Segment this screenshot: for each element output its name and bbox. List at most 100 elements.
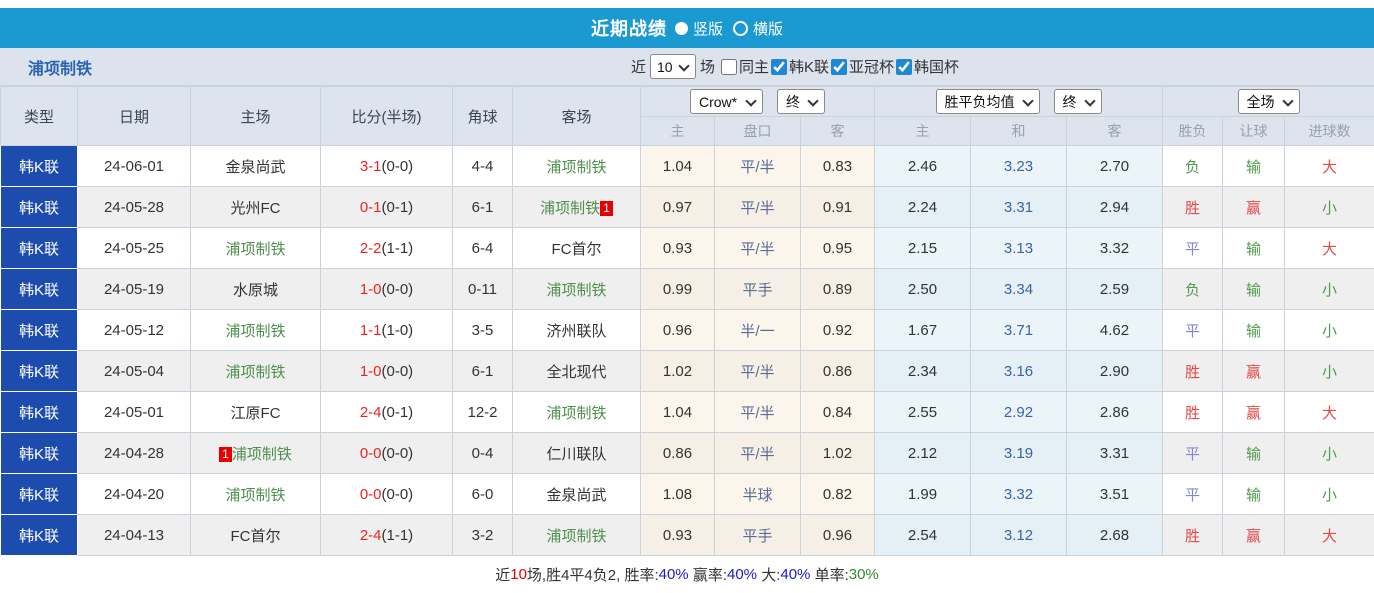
away-team-cell: 浦项制铁 [512, 145, 641, 187]
table-row: 韩K联 24-04-28 1 浦项制铁 0-0(0-0) 0-4 仁川联队 0.86 平/半 1.… [0, 432, 1374, 474]
full-score: 1-0 [359, 362, 382, 380]
ah-away-odds-cell: 0.91 [799, 186, 876, 228]
league-cell: 韩K联 [0, 514, 78, 556]
ah-home-odds-cell: 1.02 [640, 350, 715, 392]
table-row: 韩K联 24-04-20 浦项制铁 0-0(0-0) 6-0 金泉尚武 1.08 半球 0.82… [0, 473, 1374, 515]
corner-cell: 6-1 [452, 186, 513, 228]
eu-away-odds-cell: 4.62 [1066, 309, 1164, 351]
result-cell: 胜 [1162, 186, 1224, 228]
half-score: (0-0) [381, 444, 414, 462]
europe-odds-select[interactable]: 胜平负均值 [935, 89, 1040, 114]
score-cell: 2-4(0-1) [320, 391, 453, 433]
handicap-result-cell: 赢 [1222, 514, 1286, 556]
goals-result-cell: 小 [1284, 268, 1374, 310]
team-label: 浦项制铁 [225, 322, 286, 340]
eu-draw-odds-cell: 3.13 [970, 227, 1068, 269]
eu-away-odds-cell: 2.68 [1066, 514, 1164, 556]
filter-controls: 近 10 场 同主 韩K联 亚冠杯 韩国杯 [631, 54, 959, 79]
result-cell: 平 [1162, 473, 1224, 515]
sub-header-eu-draw: 和 [970, 116, 1068, 146]
eu-draw-odds-cell: 3.31 [970, 186, 1068, 228]
date-cell: 24-05-01 [77, 391, 191, 433]
handicap-group-header: Crow* 终 [639, 86, 876, 117]
checkbox-2[interactable] [771, 58, 787, 75]
team-label: 浦项制铁 [225, 486, 286, 504]
league-cell: 韩K联 [0, 145, 78, 187]
summary-segment: 近 [495, 567, 511, 584]
team-label: 浦项制铁 [225, 240, 286, 258]
date-cell: 24-05-19 [77, 268, 191, 310]
date-cell: 24-04-13 [77, 514, 191, 556]
summary-segment: 赢率: [688, 567, 727, 584]
goals-result-cell: 小 [1284, 186, 1374, 228]
half-score: (1-1) [381, 526, 414, 544]
corner-cell: 0-4 [452, 432, 513, 474]
team-label: 仁川联队 [546, 445, 607, 463]
col-header-date: 日期 [77, 86, 191, 146]
full-score: 3-1 [359, 157, 382, 175]
eu-away-odds-cell: 3.31 [1066, 432, 1164, 474]
europe-time-select[interactable]: 终 [1053, 89, 1102, 114]
sub-header-goals: 进球数 [1284, 116, 1374, 146]
table-row: 韩K联 24-05-19 水原城 1-0(0-0) 0-11 浦项制铁 0.99 平手 0.89… [0, 268, 1374, 310]
date-cell: 24-04-28 [77, 432, 191, 474]
handicap-result-cell: 赢 [1222, 186, 1286, 228]
sub-header-ah-away: 客 [799, 116, 876, 146]
handicap-result-cell: 输 [1222, 227, 1286, 269]
red-card-badge: 1 [219, 446, 232, 462]
radio-unselected-icon[interactable] [733, 20, 748, 36]
layout-radio-horizontal[interactable]: 横版 [733, 18, 783, 39]
ah-home-odds-cell: 0.97 [640, 186, 715, 228]
score-cell: 1-0(0-0) [320, 268, 453, 310]
recent-count-select[interactable]: 10 [649, 54, 696, 79]
corner-cell: 4-4 [452, 145, 513, 187]
team-label: 全北现代 [546, 363, 607, 381]
red-card-badge: 1 [600, 200, 613, 216]
eu-home-odds-cell: 2.46 [874, 145, 972, 187]
ah-line-cell: 平手 [714, 514, 801, 556]
goals-result-cell: 大 [1284, 227, 1374, 269]
checkbox-3[interactable] [831, 58, 848, 75]
table-header: 类型 日期 主场 比分(半场) 角球 客场 Crow* 终 胜平负均值 终 全场… [0, 86, 1374, 146]
layout-radio-vertical[interactable]: 竖版 [674, 18, 723, 39]
full-score: 0-1 [359, 198, 382, 216]
away-team-cell: 浦项制铁 [512, 268, 641, 310]
league-cell: 韩K联 [0, 227, 78, 269]
radio-label: 横版 [753, 20, 784, 38]
ah-away-odds-cell: 0.96 [799, 514, 876, 556]
eu-home-odds-cell: 2.54 [874, 514, 972, 556]
home-team-cell: 浦项制铁 [190, 350, 321, 392]
score-cell: 0-0(0-0) [320, 473, 453, 515]
filter-checkboxes: 同主 韩K联 亚冠杯 韩国杯 [719, 56, 959, 77]
checkbox-4[interactable] [896, 58, 913, 75]
bookmaker-select[interactable]: Crow* [690, 89, 763, 114]
team-label: FC首尔 [551, 240, 602, 258]
goals-result-cell: 小 [1284, 473, 1374, 515]
eu-draw-odds-cell: 3.12 [970, 514, 1068, 556]
team-label: 金泉尚武 [546, 486, 607, 504]
eu-home-odds-cell: 1.99 [874, 473, 972, 515]
eu-draw-odds-cell: 3.34 [970, 268, 1068, 310]
checkbox-label: 韩K联 [789, 59, 830, 76]
checkbox-1[interactable] [720, 58, 737, 75]
radio-selected-icon[interactable] [674, 21, 688, 35]
team-name: 浦项制铁 [28, 60, 93, 78]
goals-result-cell: 小 [1284, 309, 1374, 351]
ah-home-odds-cell: 0.93 [640, 514, 715, 556]
handicap-time-select[interactable]: 终 [777, 89, 825, 114]
sub-header-ah-line: 盘口 [714, 116, 801, 146]
ah-line-cell: 平手 [714, 268, 801, 310]
ah-line-cell: 半/一 [714, 309, 801, 351]
ah-line-cell: 平/半 [714, 350, 801, 392]
goals-result-cell: 大 [1284, 145, 1374, 187]
eu-home-odds-cell: 2.12 [874, 432, 972, 474]
home-team-cell: 水原城 [190, 268, 321, 310]
checkbox-label: 同主 [738, 59, 769, 76]
half-score: (1-1) [381, 239, 414, 257]
match-rows: 韩K联 24-06-01 金泉尚武 3-1(0-0) 4-4 浦项制铁 1.04 平/半 0.8… [0, 145, 1374, 556]
checkbox-label: 亚冠杯 [849, 59, 895, 76]
col-header-home: 主场 [190, 86, 321, 146]
team-label: 金泉尚武 [225, 158, 286, 176]
handicap-result-cell: 赢 [1222, 350, 1286, 392]
period-select[interactable]: 全场 [1237, 89, 1300, 114]
